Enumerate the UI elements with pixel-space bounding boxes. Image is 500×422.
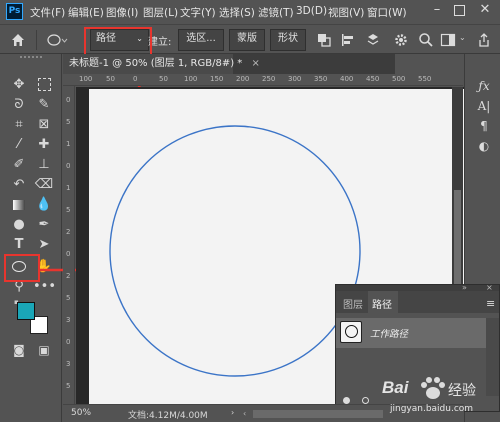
tab-paths[interactable]: 路径 [372,296,392,311]
horizontal-scrollbar-thumb[interactable] [253,410,383,418]
document-size[interactable]: 文档:4.12M/4.00M [128,408,208,421]
zoom-level[interactable]: 50% [71,408,91,418]
watermark-brand-cn: 经验 [448,383,476,399]
fx-icon[interactable]: ƒx [476,78,492,94]
fill-path-icon[interactable] [343,397,350,404]
baidu-paw-logo [421,377,445,399]
watermark-brand: Bai [382,378,409,397]
baidu-jingyan-watermark: Bai 经验 jingyan.baidu.com [380,375,498,419]
character-panel-icon[interactable]: A| [476,98,492,114]
path-thumbnail-ellipse [345,325,358,338]
path-name[interactable]: 工作路径 [370,326,408,340]
panel-menu-icon[interactable]: ≡ [486,297,495,310]
paragraph-panel-icon[interactable]: ¶ [476,118,492,134]
stroke-path-icon[interactable] [362,397,369,404]
tab-layers[interactable]: 图层 [343,296,363,311]
status-menu-arrow-icon[interactable]: › [231,408,234,417]
scroll-left-icon[interactable]: ‹ [243,409,253,419]
adjustments-icon[interactable]: ◐ [476,138,492,154]
watermark-url: jingyan.baidu.com [390,404,474,414]
